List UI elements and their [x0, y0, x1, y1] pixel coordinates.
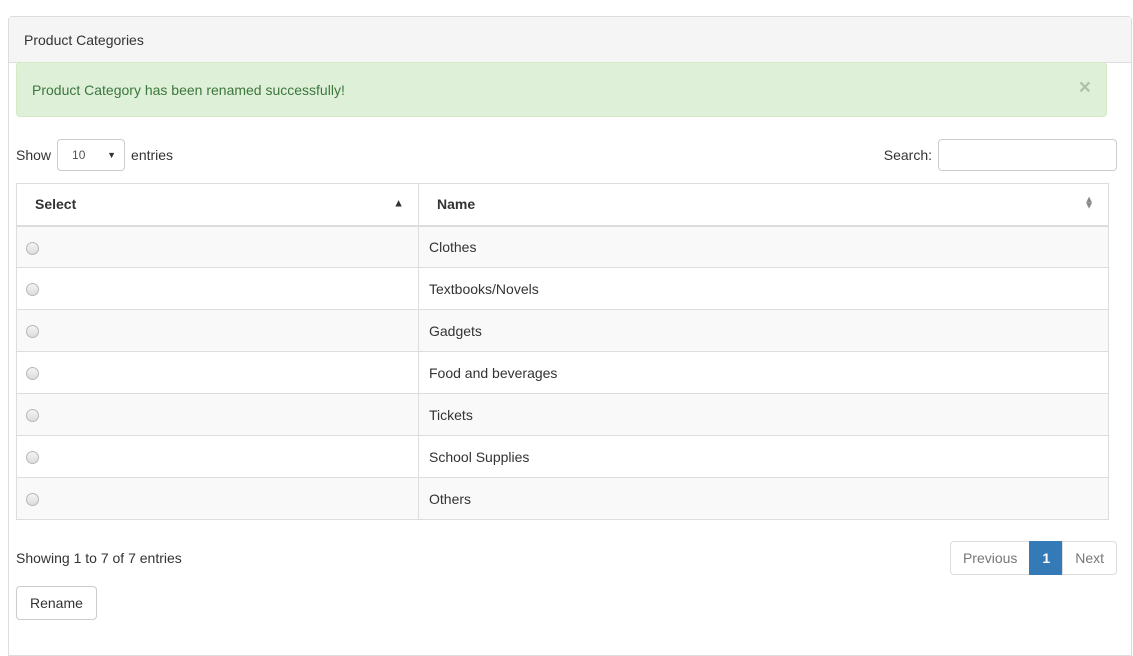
table-row[interactable]: Tickets [16, 393, 1109, 436]
entries-label: entries [131, 147, 174, 163]
sort-both-icon: ▲ ▼ [1084, 194, 1094, 212]
sort-ascending-icon: ▲ [393, 197, 404, 210]
rename-button[interactable]: Rename [16, 586, 97, 620]
row-select-radio[interactable] [26, 241, 39, 255]
success-alert: Product Category has been renamed succes… [16, 62, 1107, 117]
select-cell [16, 351, 419, 394]
table-row[interactable]: Food and beverages [16, 351, 1109, 394]
select-cell [16, 225, 419, 268]
select-cell [16, 393, 419, 436]
category-name-cell: Food and beverages [418, 351, 1109, 394]
row-select-radio[interactable] [26, 367, 39, 381]
chevron-down-icon: ▼ [107, 150, 117, 160]
table-row[interactable]: Others [16, 477, 1109, 520]
select-cell [16, 477, 419, 520]
select-cell [16, 267, 419, 310]
name-column-header[interactable]: Name ▲ ▼ [418, 183, 1109, 227]
category-name-cell: Clothes [418, 225, 1109, 268]
row-select-radio[interactable] [26, 283, 39, 297]
next-button[interactable]: Next [1062, 541, 1117, 575]
entries-per-page-value: 10 [72, 148, 86, 162]
select-column-header[interactable]: Select ▲ [16, 183, 419, 227]
page-1-button[interactable]: 1 [1029, 541, 1064, 575]
category-name-cell: Textbooks/Novels [418, 267, 1109, 310]
category-name-cell: Others [418, 477, 1109, 520]
row-select-radio[interactable] [26, 409, 39, 423]
table-row[interactable]: Textbooks/Novels [16, 267, 1109, 310]
panel-heading: Product Categories [9, 17, 1131, 63]
previous-button[interactable]: Previous [949, 541, 1031, 575]
table-header-row: Select ▲ Name ▲ ▼ [16, 183, 1109, 227]
search-control: Search: [884, 139, 1117, 171]
table-row[interactable]: Gadgets [16, 309, 1109, 352]
table-info: Showing 1 to 7 of 7 entries [16, 550, 182, 566]
search-input[interactable] [938, 139, 1117, 171]
select-cell [16, 309, 419, 352]
close-icon[interactable]: × [1079, 77, 1091, 98]
search-label: Search: [883, 147, 932, 163]
category-name-cell: School Supplies [418, 435, 1109, 478]
alert-message: Product Category has been renamed succes… [32, 82, 345, 98]
row-select-radio[interactable] [26, 493, 39, 507]
entries-per-page-select[interactable]: 10 ▼ [57, 139, 126, 171]
name-header-label: Name [437, 196, 476, 213]
row-select-radio[interactable] [26, 325, 39, 339]
table-row[interactable]: School Supplies [16, 435, 1109, 478]
show-label: Show [16, 147, 52, 163]
pagination: Previous 1 Next [949, 541, 1117, 575]
entries-length-control: Show 10 ▼ entries [16, 139, 173, 171]
table-row[interactable]: Clothes [16, 225, 1109, 268]
category-name-cell: Tickets [418, 393, 1109, 436]
table-body: Clothes Textbooks/Novels Gadgets Food and b… [16, 225, 1109, 520]
row-select-radio[interactable] [26, 451, 39, 465]
categories-table: Select ▲ Name ▲ ▼ Clothes Textbooks/Novels… [16, 183, 1109, 520]
select-cell [16, 435, 419, 478]
select-header-label: Select [35, 196, 77, 213]
category-name-cell: Gadgets [418, 309, 1109, 352]
